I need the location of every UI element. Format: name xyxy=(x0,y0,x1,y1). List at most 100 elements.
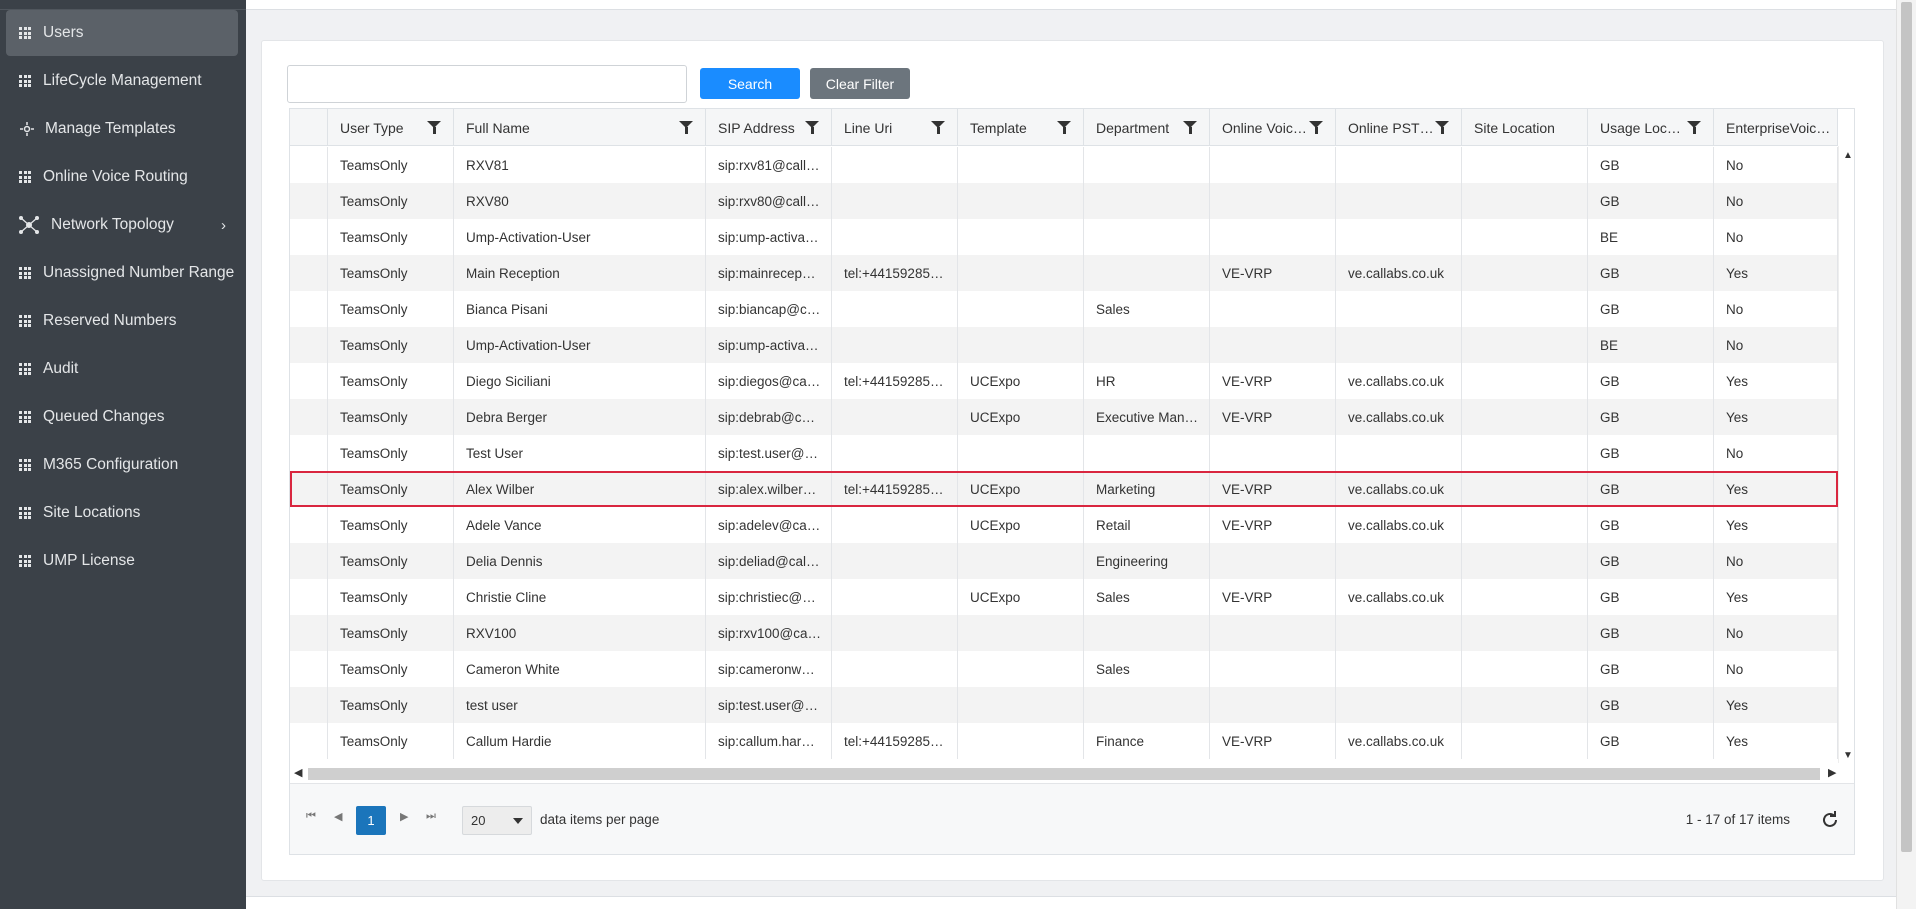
column-header[interactable]: User Type xyxy=(328,109,454,146)
horizontal-scroll-thumb[interactable] xyxy=(308,768,1820,780)
cell-value: sip:test.user@… xyxy=(718,697,818,713)
horizontal-scrollbar[interactable]: ◀ ▶ xyxy=(290,765,1838,783)
filter-icon[interactable] xyxy=(931,121,945,134)
filter-icon[interactable] xyxy=(1309,121,1323,134)
table-cell: VE-VRP xyxy=(1210,363,1336,399)
table-row[interactable]: TeamsOnly Bianca Pisani sip:biancap@c… Sale… xyxy=(290,291,1838,327)
table-cell xyxy=(958,219,1084,255)
cell-value: sip:ump-activa… xyxy=(718,229,819,245)
filter-icon[interactable] xyxy=(679,121,693,134)
sidebar-item-network-topology[interactable]: Network Topology › xyxy=(6,202,238,248)
column-header[interactable]: Site Location xyxy=(1462,109,1588,146)
column-header[interactable]: Online Voic… xyxy=(1210,109,1336,146)
sidebar-item-users[interactable]: Users xyxy=(6,10,238,56)
sidebar-item-lifecycle-management[interactable]: LifeCycle Management xyxy=(6,58,238,104)
next-page-icon[interactable]: ▶ xyxy=(400,810,408,823)
page-scroll-thumb[interactable] xyxy=(1901,2,1912,852)
cell-value: Debra Berger xyxy=(466,409,548,425)
table-cell: sip:christiec@… xyxy=(706,579,832,615)
table-cell xyxy=(1462,327,1588,363)
sidebar-item-m365-configuration[interactable]: M365 Configuration xyxy=(6,442,238,488)
table-cell: sip:rxv81@call… xyxy=(706,147,832,183)
cell-value: Sales xyxy=(1096,661,1130,677)
filter-icon[interactable] xyxy=(1057,121,1071,134)
sidebar-item-audit[interactable]: Audit xyxy=(6,346,238,392)
column-header-label: Site Location xyxy=(1474,119,1555,136)
clear-filter-button[interactable]: Clear Filter xyxy=(810,68,910,99)
column-header[interactable]: Usage Loc… xyxy=(1588,109,1714,146)
vertical-scrollbar[interactable]: ▲ ▼ xyxy=(1838,146,1854,763)
table-row[interactable]: TeamsOnly RXV100 sip:rxv100@ca… GB No xyxy=(290,615,1838,651)
sidebar-item-ump-license[interactable]: UMP License xyxy=(6,538,238,584)
scroll-right-icon[interactable]: ▶ xyxy=(1828,766,1836,779)
table-row[interactable]: TeamsOnly Main Reception sip:mainrecep… tel… xyxy=(290,255,1838,291)
column-header[interactable] xyxy=(290,109,328,146)
sidebar-item-label: Queued Changes xyxy=(43,408,165,425)
page-size-select[interactable]: 20 xyxy=(462,806,532,835)
filter-icon[interactable] xyxy=(1435,121,1449,134)
cell-value: VE-VRP xyxy=(1222,373,1273,389)
table-row[interactable]: TeamsOnly Callum Hardie sip:callum.har… tel… xyxy=(290,723,1838,759)
scroll-up-icon[interactable]: ▲ xyxy=(1843,150,1853,161)
table-row[interactable]: TeamsOnly Delia Dennis sip:deliad@cal… Engi… xyxy=(290,543,1838,579)
filter-icon[interactable] xyxy=(1687,121,1701,134)
grid-icon xyxy=(19,315,39,327)
table-row[interactable]: TeamsOnly RXV80 sip:rxv80@call… GB No xyxy=(290,183,1838,219)
column-header[interactable]: Template xyxy=(958,109,1084,146)
table-row[interactable]: TeamsOnly Debra Berger sip:debrab@c… UCExpo… xyxy=(290,399,1838,435)
filter-icon[interactable] xyxy=(1183,121,1197,134)
filter-icon[interactable] xyxy=(427,121,441,134)
table-row[interactable]: TeamsOnly Christie Cline sip:christiec@… UC… xyxy=(290,579,1838,615)
table-row[interactable]: TeamsOnly RXV81 sip:rxv81@call… GB No xyxy=(290,147,1838,183)
filter-icon[interactable] xyxy=(805,121,819,134)
table-cell xyxy=(290,435,328,471)
table-row[interactable]: TeamsOnly Ump-Activation-User sip:ump-acti… xyxy=(290,327,1838,363)
column-header[interactable]: Full Name xyxy=(454,109,706,146)
table-cell xyxy=(1210,435,1336,471)
sidebar-item-queued-changes[interactable]: Queued Changes xyxy=(6,394,238,440)
column-header[interactable]: Line Uri xyxy=(832,109,958,146)
sidebar-item-unassigned-number-range[interactable]: Unassigned Number Range xyxy=(6,250,238,296)
table-row[interactable]: TeamsOnly test user sip:test.user@… GB Yes xyxy=(290,687,1838,723)
table-cell xyxy=(1210,219,1336,255)
search-input[interactable] xyxy=(287,65,687,103)
scroll-left-icon[interactable]: ◀ xyxy=(294,766,302,779)
table-cell: ve.callabs.co.uk xyxy=(1336,363,1462,399)
scroll-down-icon[interactable]: ▼ xyxy=(1843,750,1853,761)
table-row[interactable]: TeamsOnly Test User sip:test.user@… GB No xyxy=(290,435,1838,471)
column-header-label: EnterpriseVoic… xyxy=(1726,119,1831,136)
column-header[interactable]: Department xyxy=(1084,109,1210,146)
first-page-icon[interactable]: ⏮ xyxy=(306,810,316,823)
table-row[interactable]: TeamsOnly Adele Vance sip:adelev@ca… UCExpo… xyxy=(290,507,1838,543)
column-header[interactable]: SIP Address xyxy=(706,109,832,146)
sidebar-item-manage-templates[interactable]: Manage Templates xyxy=(6,106,238,152)
sidebar: Users LifeCycle Management Manage Template… xyxy=(0,0,246,909)
table-row[interactable]: TeamsOnly Cameron White sip:cameronw… Sales… xyxy=(290,651,1838,687)
column-header[interactable]: Online PST… xyxy=(1336,109,1462,146)
column-header[interactable]: EnterpriseVoic… xyxy=(1714,109,1838,146)
table-row[interactable]: TeamsOnly Diego Siciliani sip:diegos@ca… te… xyxy=(290,363,1838,399)
table-row[interactable]: TeamsOnly Alex Wilber sip:alex.wilber… tel:… xyxy=(290,471,1838,507)
cell-value: No xyxy=(1726,193,1744,209)
sidebar-item-site-locations[interactable]: Site Locations xyxy=(6,490,238,536)
table-cell xyxy=(1210,291,1336,327)
page-scrollbar[interactable] xyxy=(1896,0,1916,909)
sidebar-item-online-voice-routing[interactable]: Online Voice Routing xyxy=(6,154,238,200)
prev-page-icon[interactable]: ◀ xyxy=(334,810,342,823)
sidebar-item-label: UMP License xyxy=(43,552,135,569)
last-page-icon[interactable]: ⏭ xyxy=(426,810,436,823)
search-button[interactable]: Search xyxy=(700,68,800,99)
table-cell: sip:mainrecep… xyxy=(706,255,832,291)
cell-value: Engineering xyxy=(1096,553,1169,569)
table-row[interactable]: TeamsOnly Ump-Activation-User sip:ump-acti… xyxy=(290,219,1838,255)
table-cell xyxy=(958,147,1084,183)
cell-value: UCExpo xyxy=(970,589,1021,605)
cell-value: GB xyxy=(1600,553,1620,569)
page-number-button[interactable]: 1 xyxy=(356,806,386,835)
table-cell: TeamsOnly xyxy=(328,255,454,291)
table-cell: GB xyxy=(1588,363,1714,399)
refresh-icon[interactable] xyxy=(1818,808,1842,832)
table-cell: ve.callabs.co.uk xyxy=(1336,723,1462,759)
table-cell xyxy=(290,327,328,363)
sidebar-item-reserved-numbers[interactable]: Reserved Numbers xyxy=(6,298,238,344)
